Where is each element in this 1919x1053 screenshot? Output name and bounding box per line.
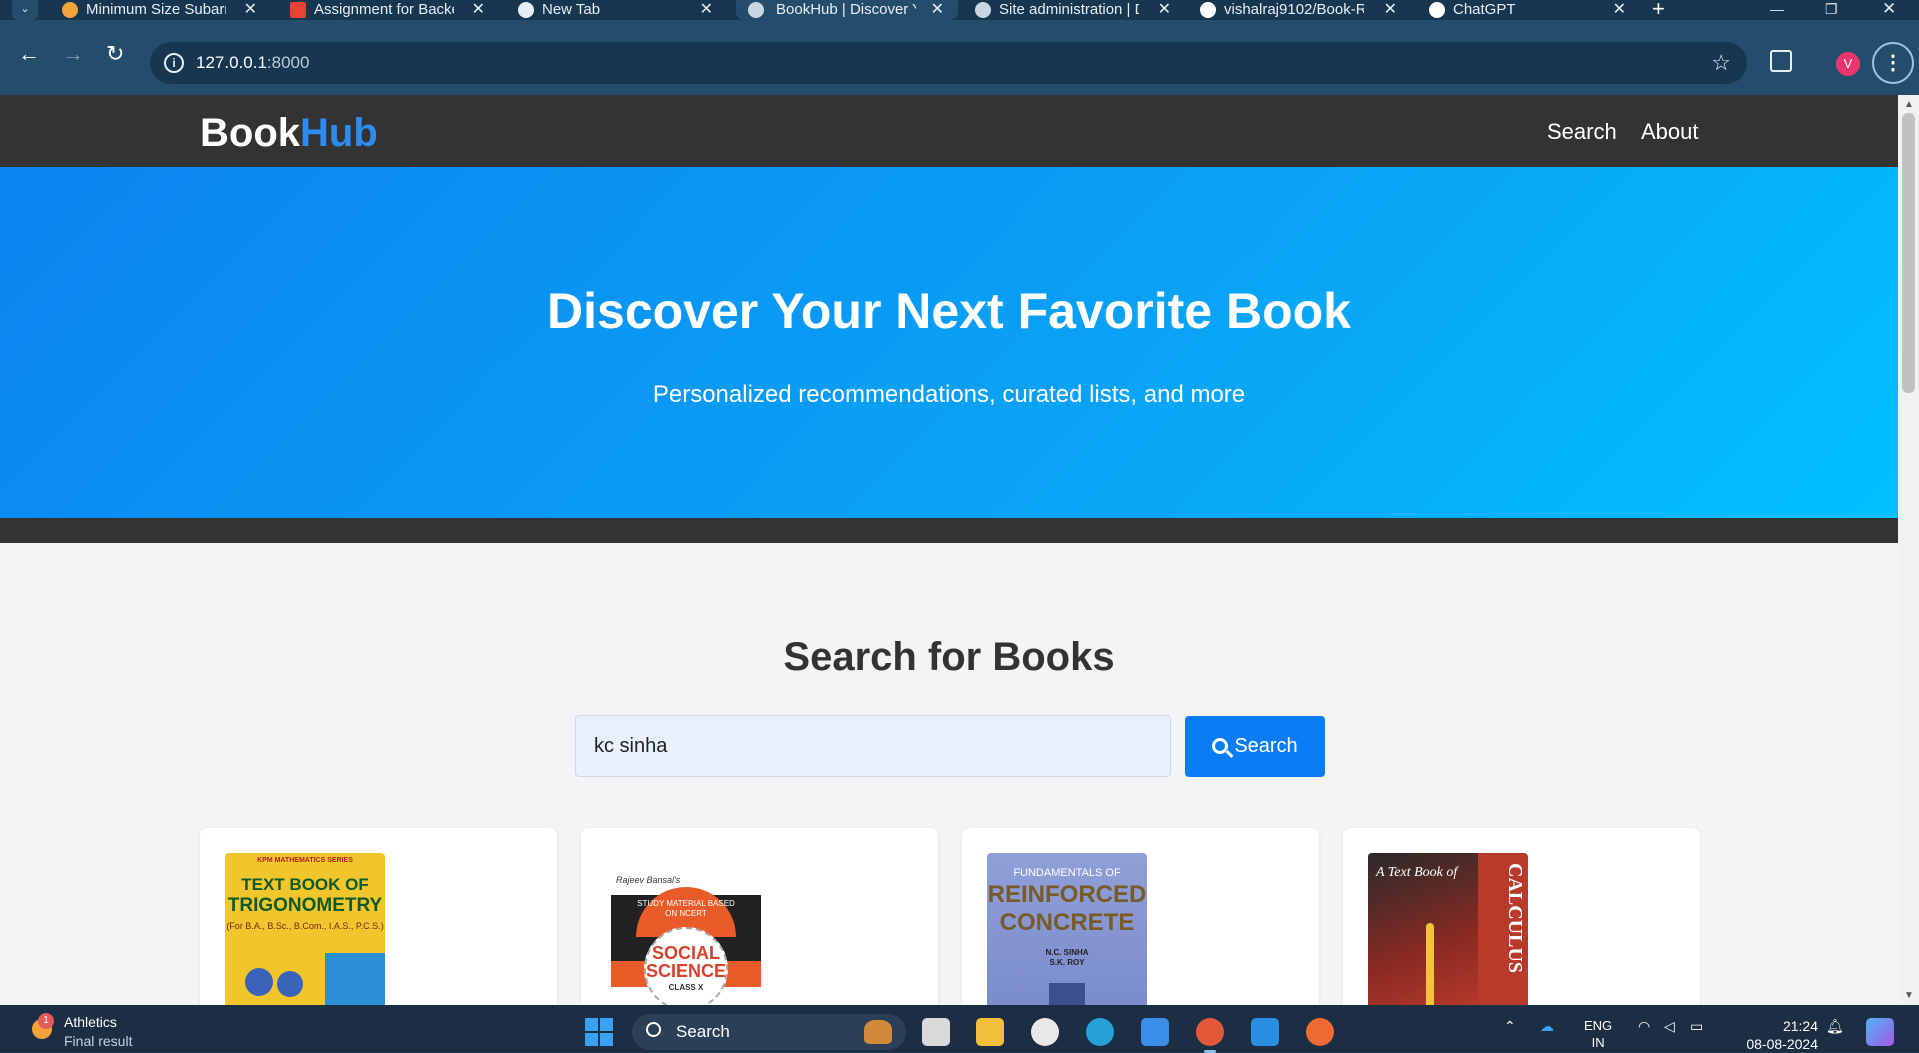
close-icon[interactable]: ✕: [244, 0, 257, 20]
copilot-icon[interactable]: [1866, 1018, 1894, 1046]
chevron-up-icon[interactable]: ⌃: [1504, 1018, 1516, 1035]
site-navbar: BookHub Search About: [0, 95, 1898, 167]
section-divider: [0, 518, 1898, 543]
scroll-thumb[interactable]: [1902, 113, 1915, 393]
hero-section: Discover Your Next Favorite Book Persona…: [0, 167, 1898, 518]
start-button[interactable]: [585, 1018, 613, 1046]
widgets-button[interactable]: 1: [28, 1013, 54, 1041]
chrome-icon[interactable]: [1196, 1018, 1224, 1053]
edge-icon[interactable]: [1086, 1018, 1114, 1046]
vscode-icon[interactable]: [1251, 1018, 1279, 1046]
site-logo[interactable]: BookHub: [200, 111, 378, 156]
search-icon: [1212, 738, 1229, 754]
tab-github[interactable]: vishalraj9102/Book-R ✕: [1200, 0, 1397, 20]
browser-menu-icon[interactable]: ⋮: [1872, 42, 1914, 84]
task-view-icon[interactable]: [922, 1018, 950, 1046]
book-cover-image[interactable]: A Text Book of CALCULUS: [1368, 853, 1528, 1005]
book-cover-image[interactable]: KPM MATHEMATICS SERIES TEXT BOOK OF TRIG…: [225, 853, 385, 1005]
minimize-icon[interactable]: —: [1770, 0, 1784, 18]
address-bar[interactable]: i 127.0.0.1:8000 ☆: [150, 42, 1747, 84]
extensions-icon[interactable]: [1770, 50, 1792, 72]
url-text: 127.0.0.1:8000: [196, 53, 310, 72]
search-icon: [646, 1022, 661, 1037]
tab-assignment[interactable]: Assignment for Backend ✕: [290, 0, 485, 20]
bookmark-star-icon[interactable]: ☆: [1711, 50, 1731, 76]
window-close-icon[interactable]: ✕: [1882, 0, 1896, 18]
tab-new-tab[interactable]: New Tab ✕: [518, 0, 713, 20]
page-viewport: BookHub Search About Discover Your Next …: [0, 95, 1898, 1005]
tab-site-administration[interactable]: Site administration | Django ✕: [975, 0, 1171, 20]
onedrive-icon[interactable]: ☁: [1540, 1018, 1554, 1035]
widget-subtitle: Final result: [64, 1033, 133, 1049]
hero-title: Discover Your Next Favorite Book: [547, 283, 1351, 339]
tab-bookhub[interactable]: BookHub | Discover Your ✕: [736, 0, 958, 20]
close-icon[interactable]: ✕: [1158, 0, 1171, 20]
gmail-icon: [290, 2, 306, 18]
restore-icon[interactable]: ❐: [1825, 0, 1838, 18]
search-button[interactable]: Search: [1185, 716, 1325, 777]
battery-icon[interactable]: ▭: [1690, 1018, 1703, 1035]
volume-icon[interactable]: ◁: [1664, 1018, 1675, 1035]
file-explorer-icon[interactable]: [976, 1018, 1004, 1046]
page-scrollbar[interactable]: ▲ ▼: [1898, 95, 1919, 1005]
close-icon[interactable]: ✕: [1613, 0, 1626, 20]
postman-icon[interactable]: [1306, 1018, 1334, 1046]
widget-title[interactable]: Athletics: [64, 1014, 117, 1030]
tab-search-button[interactable]: ⌄: [12, 0, 38, 20]
close-icon[interactable]: ✕: [472, 0, 485, 20]
book-card[interactable]: FUNDAMENTALS OF REINFORCED CONCRETE N.C.…: [962, 828, 1319, 1005]
search-highlight-icon: [864, 1020, 892, 1044]
new-tab-button[interactable]: +: [1652, 0, 1665, 20]
bolt-icon: [62, 2, 78, 18]
scroll-down-arrow-icon[interactable]: ▼: [1904, 990, 1914, 1001]
wifi-icon[interactable]: ◠: [1638, 1018, 1650, 1035]
tab-strip: ⌄ Minimum Size Subarray ✕ Assignment for…: [0, 0, 1919, 20]
book-cover-image[interactable]: Rajeev Bansal's STUDY MATERIAL BASED ON …: [606, 853, 766, 1005]
close-icon[interactable]: ✕: [931, 0, 944, 20]
tab-chatgpt[interactable]: ChatGPT ✕: [1429, 0, 1626, 20]
book-cover-image[interactable]: FUNDAMENTALS OF REINFORCED CONCRETE N.C.…: [987, 853, 1147, 1005]
book-search-input[interactable]: [575, 715, 1171, 777]
nav-search-link[interactable]: Search: [1547, 119, 1617, 145]
book-card[interactable]: A Text Book of CALCULUS: [1343, 828, 1700, 1005]
openai-icon: [1429, 2, 1445, 18]
book-card[interactable]: KPM MATHEMATICS SERIES TEXT BOOK OF TRIG…: [200, 828, 557, 1005]
tab-minimum-size-subarray[interactable]: Minimum Size Subarray ✕: [62, 0, 257, 20]
globe-icon: [975, 2, 991, 18]
system-clock[interactable]: 21:24 08-08-2024: [1738, 1017, 1818, 1053]
globe-icon: [748, 2, 764, 18]
search-heading: Search for Books: [783, 635, 1115, 679]
taskbar-search[interactable]: Search: [632, 1014, 906, 1050]
github-icon: [1200, 2, 1216, 18]
close-icon[interactable]: ✕: [700, 0, 713, 20]
forward-arrow-icon[interactable]: →: [62, 42, 84, 66]
input-language[interactable]: ENG IN: [1584, 1017, 1612, 1051]
reload-icon[interactable]: ↻: [106, 42, 124, 66]
scroll-up-arrow-icon[interactable]: ▲: [1904, 99, 1914, 110]
taskbar: 1 Athletics Final result Search ⌃ ☁ ENG I…: [0, 1005, 1919, 1053]
site-info-icon[interactable]: i: [164, 53, 184, 73]
dell-icon[interactable]: [1031, 1018, 1059, 1046]
notification-bell-icon[interactable]: 🔔︎: [1826, 1018, 1844, 1035]
profile-avatar[interactable]: V: [1836, 52, 1860, 76]
back-arrow-icon[interactable]: ←: [18, 42, 40, 66]
chrome-icon: [518, 2, 534, 18]
close-icon[interactable]: ✕: [1384, 0, 1397, 20]
nav-about-link[interactable]: About: [1641, 119, 1699, 145]
notification-badge: 1: [38, 1013, 54, 1029]
book-card[interactable]: Rajeev Bansal's STUDY MATERIAL BASED ON …: [581, 828, 938, 1005]
browser-toolbar: ← → ↻ i 127.0.0.1:8000 ☆ V ⋮: [0, 20, 1919, 95]
mail-icon[interactable]: [1141, 1018, 1169, 1046]
hero-subtitle: Personalized recommendations, curated li…: [652, 381, 1246, 408]
